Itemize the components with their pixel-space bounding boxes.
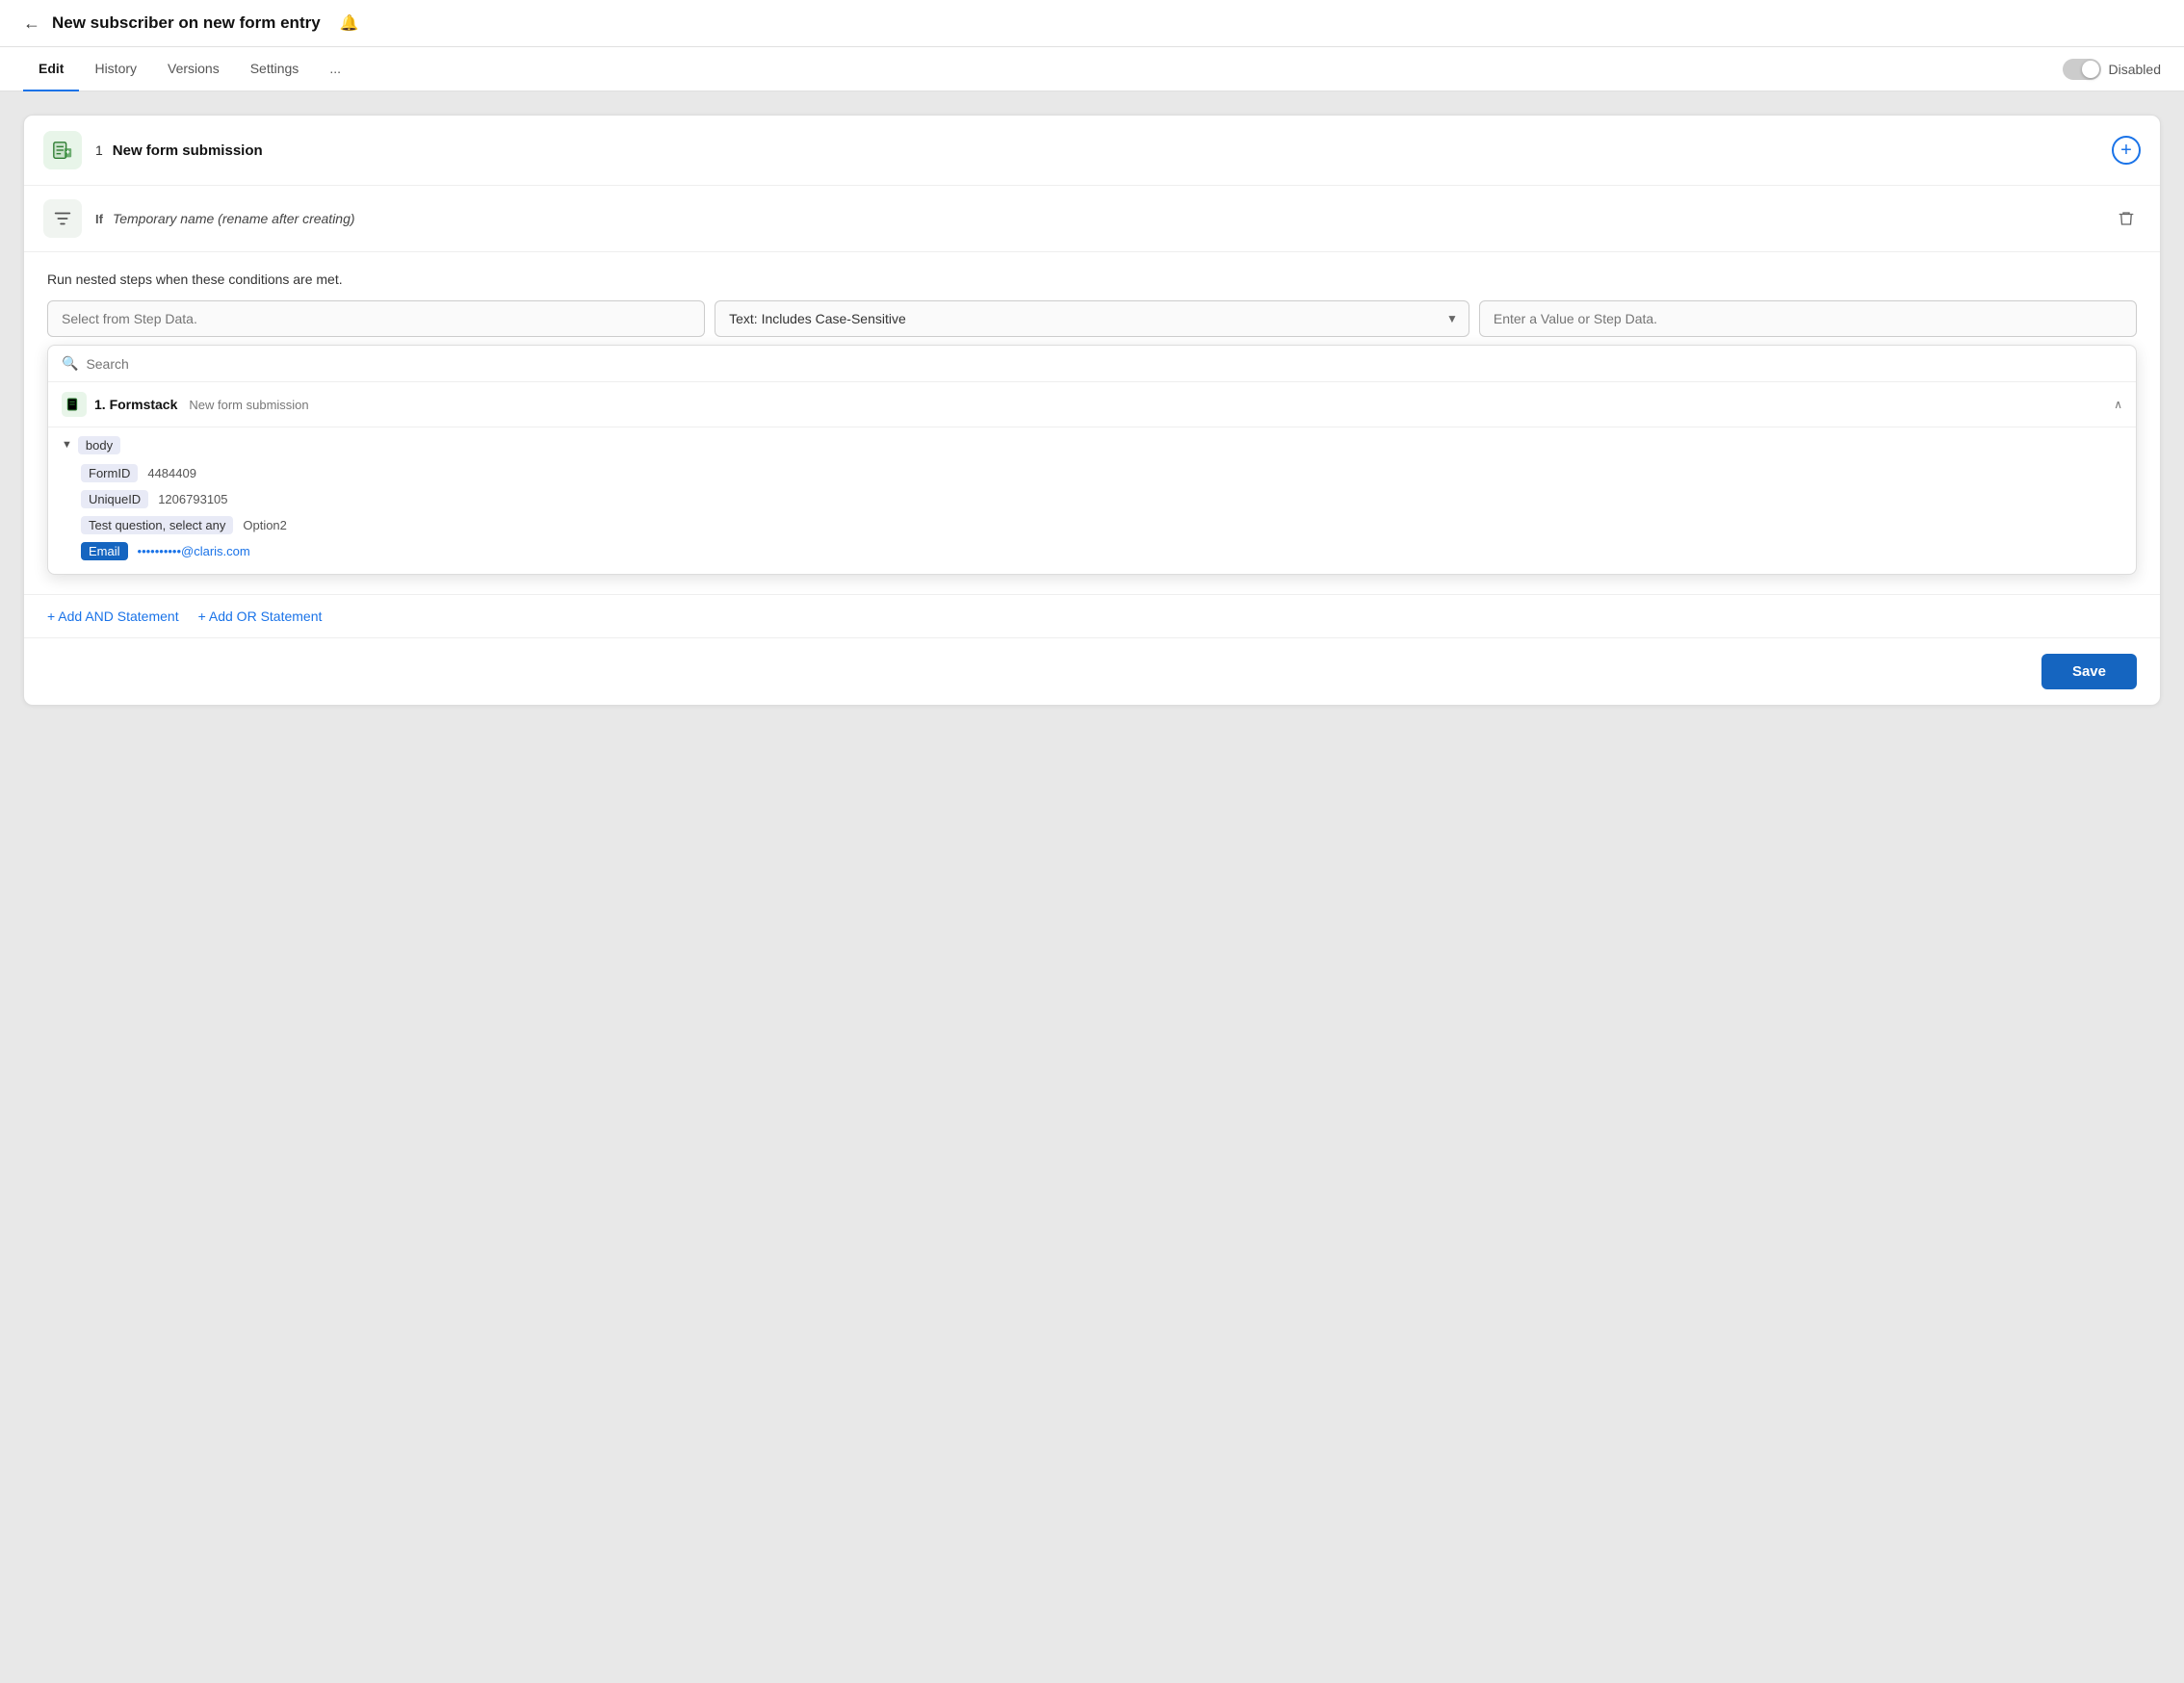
condition-description: Run nested steps when these conditions a… bbox=[47, 272, 2137, 287]
step1-title: New form submission bbox=[113, 142, 263, 159]
add-and-statement-link[interactable]: + Add AND Statement bbox=[47, 608, 179, 624]
field-value-uniqueid: 1206793105 bbox=[158, 492, 227, 506]
value-input[interactable] bbox=[1479, 300, 2137, 337]
data-tree: ▼ body FormID 4484409 UniqueID 120679310… bbox=[48, 427, 2136, 574]
field-value-email: ••••••••••@claris.com bbox=[138, 544, 250, 558]
toggle-container: Disabled bbox=[2063, 59, 2161, 80]
step2-icon bbox=[43, 199, 82, 238]
formstack-section-sublabel: New form submission bbox=[189, 398, 308, 412]
step-data-input[interactable] bbox=[47, 300, 705, 337]
data-row-formid[interactable]: FormID 4484409 bbox=[81, 464, 2122, 482]
data-row-uniqueid[interactable]: UniqueID 1206793105 bbox=[81, 490, 2122, 508]
top-bar: ← New subscriber on new form entry 🔔 bbox=[0, 0, 2184, 47]
tabs-right: Disabled bbox=[2063, 59, 2161, 80]
field-key-formid: FormID bbox=[81, 464, 138, 482]
back-button[interactable]: ← bbox=[23, 14, 40, 32]
if-badge: If bbox=[95, 212, 103, 226]
formstack-section-icon bbox=[62, 392, 87, 417]
formstack-icon-svg bbox=[52, 140, 73, 161]
tabs-bar: Edit History Versions Settings ... Disab… bbox=[0, 47, 2184, 91]
dropdown-search-bar: 🔍 bbox=[48, 346, 2136, 382]
formstack-section-label: 1. Formstack bbox=[94, 397, 177, 412]
add-step-button[interactable]: + bbox=[2112, 136, 2141, 165]
toggle-label: Disabled bbox=[2109, 62, 2161, 77]
step2-row: If Temporary name (rename after creating… bbox=[24, 186, 2160, 252]
field-key-email: Email bbox=[81, 542, 128, 560]
collapse-icon[interactable]: ∧ bbox=[2114, 398, 2122, 411]
workflow-card: 1 New form submission + If Temporary nam… bbox=[23, 115, 2161, 706]
tab-history[interactable]: History bbox=[79, 47, 152, 91]
tab-edit[interactable]: Edit bbox=[23, 47, 79, 91]
operator-select[interactable]: Text: Includes Case-Sensitive bbox=[715, 300, 1469, 337]
dropdown-search-input[interactable] bbox=[86, 356, 2122, 372]
add-or-statement-link[interactable]: + Add OR Statement bbox=[198, 608, 323, 624]
condition-inputs: Text: Includes Case-Sensitive ▼ bbox=[47, 300, 2137, 337]
step1-actions: + bbox=[2112, 136, 2141, 165]
disabled-toggle[interactable] bbox=[2063, 59, 2101, 80]
body-label: body bbox=[78, 436, 120, 454]
body-tag[interactable]: ▼ body bbox=[62, 436, 120, 454]
step1-row: 1 New form submission + bbox=[24, 116, 2160, 186]
card-footer: Save bbox=[24, 637, 2160, 705]
data-row-email[interactable]: Email ••••••••••@claris.com bbox=[81, 542, 2122, 560]
step1-number: 1 bbox=[95, 142, 103, 158]
field-value-formid: 4484409 bbox=[147, 466, 196, 480]
tab-settings[interactable]: Settings bbox=[235, 47, 315, 91]
tab-versions[interactable]: Versions bbox=[152, 47, 235, 91]
operator-select-wrapper: Text: Includes Case-Sensitive ▼ bbox=[715, 300, 1469, 337]
page-title: New subscriber on new form entry bbox=[52, 13, 321, 33]
formstack-small-icon bbox=[66, 397, 82, 412]
filter-icon-svg bbox=[52, 208, 73, 229]
step2-actions bbox=[2112, 204, 2141, 233]
formstack-section-header[interactable]: 1. Formstack New form submission ∧ bbox=[48, 382, 2136, 427]
dropdown-panel: 🔍 1. Formstack New form submission bbox=[47, 345, 2137, 575]
body-chevron-icon: ▼ bbox=[62, 439, 72, 451]
main-content: 1 New form submission + If Temporary nam… bbox=[0, 91, 2184, 729]
search-icon: 🔍 bbox=[62, 355, 78, 372]
tab-more[interactable]: ... bbox=[314, 47, 356, 91]
condition-body: Run nested steps when these conditions a… bbox=[24, 252, 2160, 594]
bell-icon[interactable]: 🔔 bbox=[340, 13, 359, 33]
data-items: FormID 4484409 UniqueID 1206793105 Test … bbox=[62, 464, 2122, 560]
field-key-question: Test question, select any bbox=[81, 516, 233, 534]
statement-links: + Add AND Statement + Add OR Statement bbox=[24, 594, 2160, 637]
field-value-question: Option2 bbox=[243, 518, 287, 532]
step1-icon bbox=[43, 131, 82, 169]
trash-icon-svg bbox=[2118, 210, 2135, 227]
data-row-question[interactable]: Test question, select any Option2 bbox=[81, 516, 2122, 534]
step2-name: Temporary name (rename after creating) bbox=[113, 211, 355, 226]
save-button[interactable]: Save bbox=[2041, 654, 2137, 689]
field-key-uniqueid: UniqueID bbox=[81, 490, 148, 508]
delete-step-button[interactable] bbox=[2112, 204, 2141, 233]
